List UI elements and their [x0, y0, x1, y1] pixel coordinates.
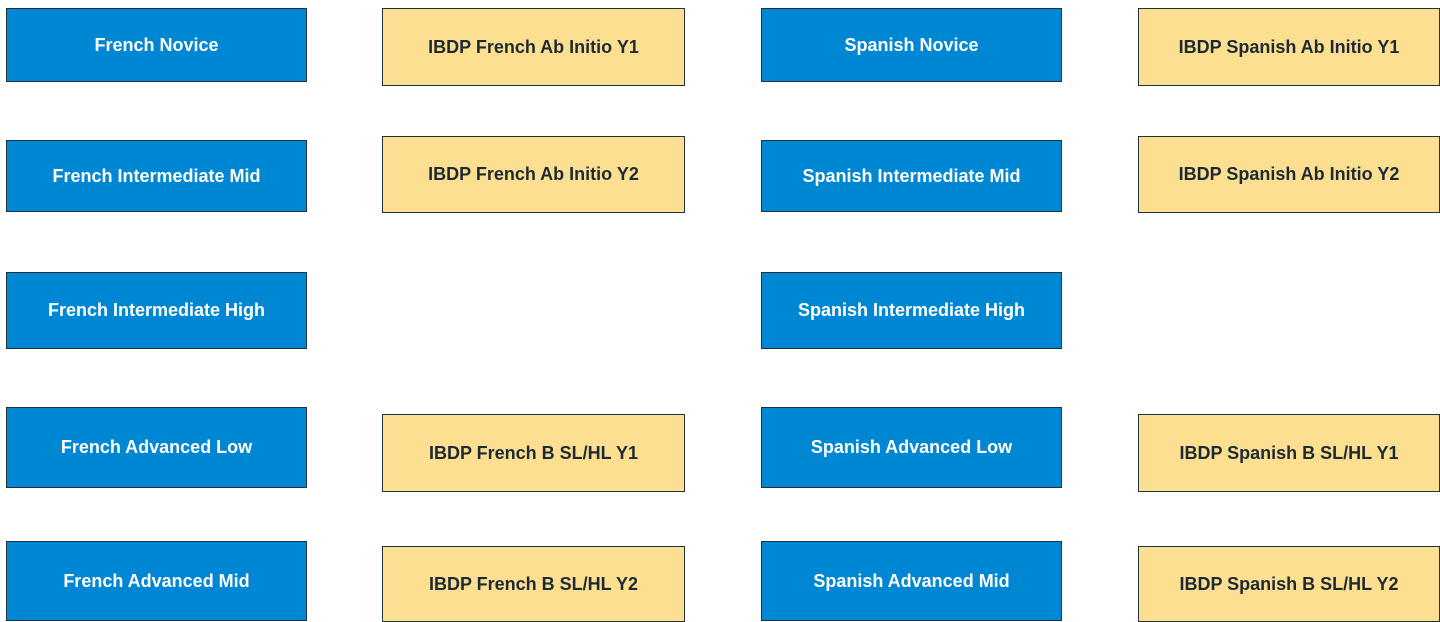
box-ibdp-french-b-y1: IBDP French B SL/HL Y1 — [382, 414, 685, 492]
box-french-intermediate-high: French Intermediate High — [6, 272, 307, 349]
box-ibdp-spanish-ab-initio-y1: IBDP Spanish Ab Initio Y1 — [1138, 8, 1440, 86]
box-french-novice: French Novice — [6, 8, 307, 82]
box-spanish-intermediate-high: Spanish Intermediate High — [761, 272, 1062, 349]
box-ibdp-french-ab-initio-y1: IBDP French Ab Initio Y1 — [382, 8, 685, 86]
box-spanish-intermediate-mid: Spanish Intermediate Mid — [761, 140, 1062, 212]
box-ibdp-spanish-b-y1: IBDP Spanish B SL/HL Y1 — [1138, 414, 1440, 492]
box-ibdp-spanish-ab-initio-y2: IBDP Spanish Ab Initio Y2 — [1138, 136, 1440, 213]
box-french-advanced-mid: French Advanced Mid — [6, 541, 307, 621]
box-spanish-novice: Spanish Novice — [761, 8, 1062, 82]
box-french-advanced-low: French Advanced Low — [6, 407, 307, 488]
box-ibdp-french-ab-initio-y2: IBDP French Ab Initio Y2 — [382, 136, 685, 213]
box-spanish-advanced-low: Spanish Advanced Low — [761, 407, 1062, 488]
box-ibdp-spanish-b-y2: IBDP Spanish B SL/HL Y2 — [1138, 546, 1440, 622]
box-spanish-advanced-mid: Spanish Advanced Mid — [761, 541, 1062, 621]
box-french-intermediate-mid: French Intermediate Mid — [6, 140, 307, 212]
box-ibdp-french-b-y2: IBDP French B SL/HL Y2 — [382, 546, 685, 622]
